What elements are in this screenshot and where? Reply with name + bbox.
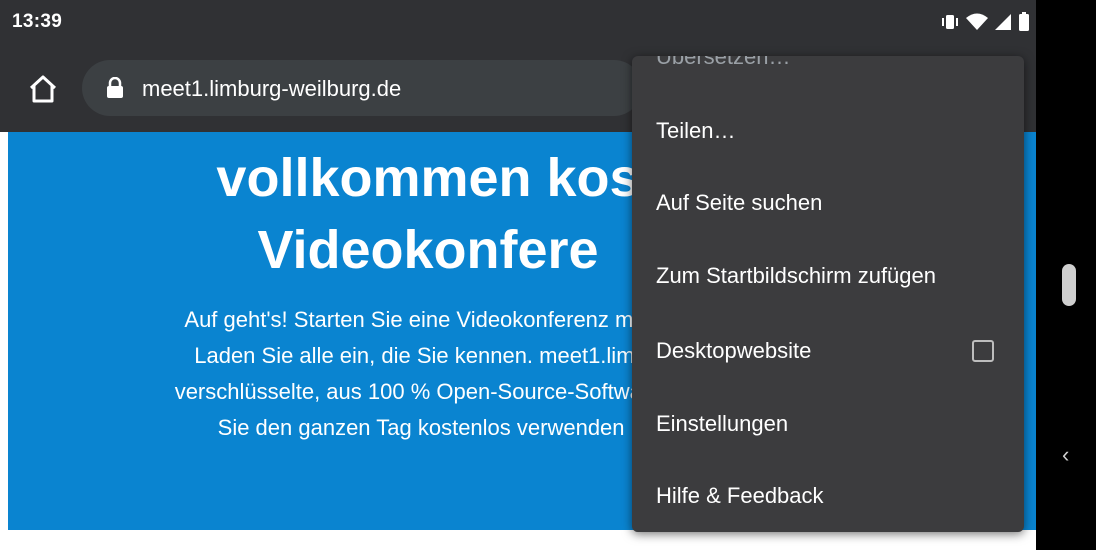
menu-item-help[interactable]: Hilfe & Feedback (632, 468, 1024, 524)
home-icon[interactable] (28, 74, 58, 104)
wifi-icon (966, 13, 988, 30)
menu-item-label: Zum Startbildschirm zufügen (656, 263, 936, 288)
vibrate-icon (942, 15, 958, 29)
system-nav-bar: ‹ (1036, 0, 1096, 550)
battery-icon (1019, 12, 1029, 31)
url-bar[interactable]: meet1.limburg-weilburg.de (82, 60, 642, 116)
desktop-site-checkbox[interactable] (972, 340, 994, 362)
signal-icon (995, 14, 1011, 30)
url-text: meet1.limburg-weilburg.de (142, 76, 402, 101)
menu-item-label: Desktopwebsite (656, 338, 812, 363)
menu-item-settings[interactable]: Einstellungen (632, 396, 1024, 452)
menu-item-add-to-home[interactable]: Zum Startbildschirm zufügen (632, 248, 1024, 304)
scroll-handle[interactable] (1062, 264, 1076, 306)
back-chevron-icon[interactable]: ‹ (1062, 442, 1069, 468)
menu-item-label: Auf Seite suchen (656, 190, 823, 215)
menu-item-label: Teilen… (656, 118, 736, 143)
menu-item-translate[interactable]: Übersetzen… (656, 56, 791, 70)
menu-item-share[interactable]: Teilen… (632, 103, 1024, 159)
status-icons (940, 12, 1030, 32)
menu-item-find-in-page[interactable]: Auf Seite suchen (632, 175, 1024, 231)
overflow-menu: Übersetzen… Teilen… Auf Seite suchen Zum… (632, 56, 1024, 532)
menu-item-label: Hilfe & Feedback (656, 483, 824, 508)
status-time: 13:39 (12, 11, 63, 32)
menu-item-label: Einstellungen (656, 411, 789, 436)
menu-item-desktop-site[interactable]: Desktopwebsite (632, 323, 1024, 379)
lock-icon (107, 77, 123, 98)
status-bar: 13:39 (0, 0, 1036, 44)
